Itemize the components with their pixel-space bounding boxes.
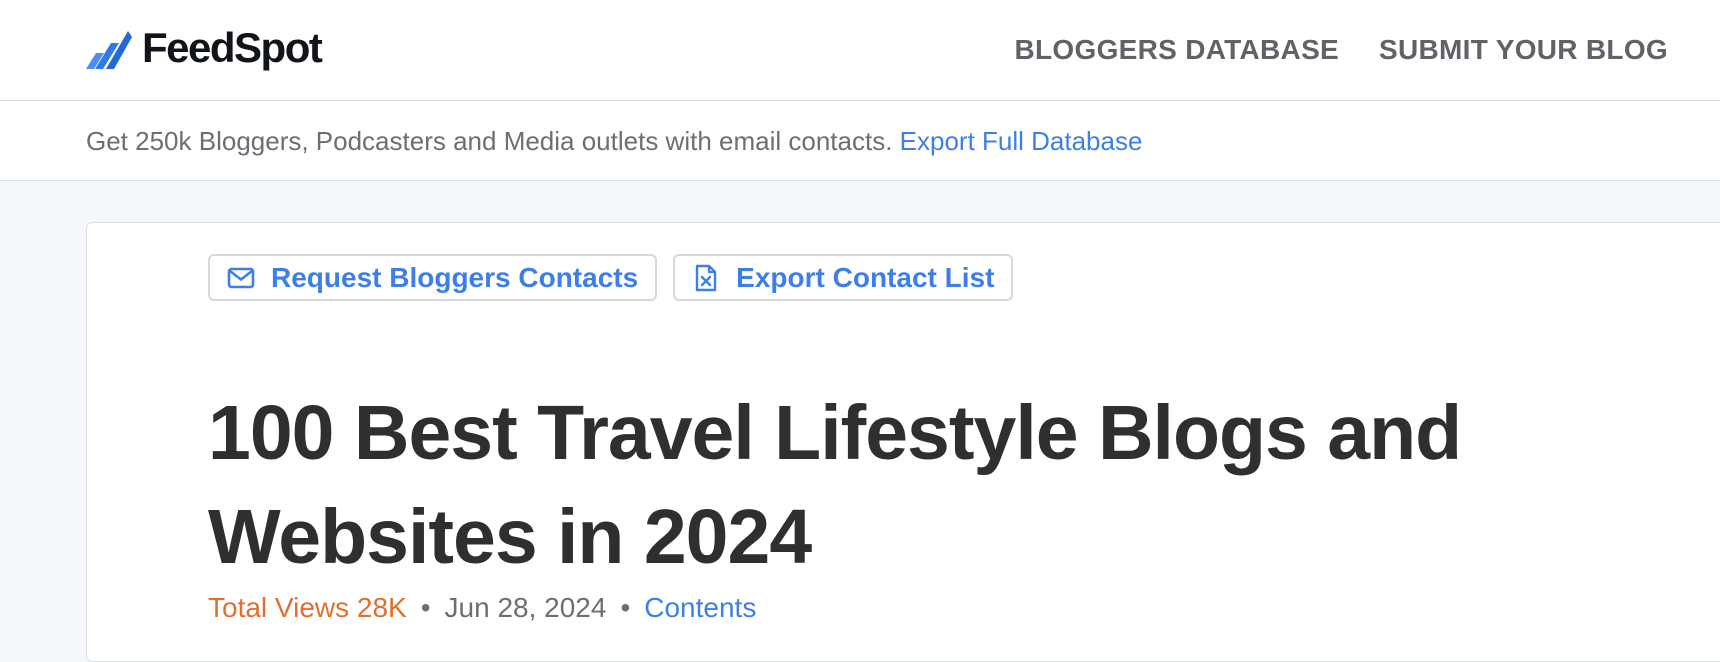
feedspot-logo[interactable]: FeedSpot [86,24,323,72]
export-contact-list-button[interactable]: Export Contact List [673,254,1014,301]
publish-date: Jun 28, 2024 [444,592,607,623]
request-bloggers-contacts-button[interactable]: Request Bloggers Contacts [208,254,658,301]
brand-name: FeedSpot [142,24,323,71]
export-contact-list-label: Export Contact List [736,261,995,293]
action-buttons: Request Bloggers Contacts Export Contact… [208,254,1014,301]
promo-bar: Get 250k Bloggers, Podcasters and Media … [0,101,1720,181]
page-title: 100 Best Travel Lifestyle Blogs and Webs… [208,390,1462,580]
export-full-database-link[interactable]: Export Full Database [900,126,1143,156]
article-meta: Total Views 28K • Jun 28, 2024 • Content… [208,588,756,628]
contents-link[interactable]: Contents [644,588,756,628]
promo-text: Get 250k Bloggers, Podcasters and Media … [86,126,893,156]
feedspot-logo-icon [86,31,132,69]
envelope-icon [227,264,255,292]
main-nav: BLOGGERS DATABASE SUBMIT YOUR BLOG [1015,30,1669,70]
excel-file-icon [692,264,720,292]
meta-separator: • [420,592,431,623]
meta-separator: • [620,592,631,623]
top-navbar: FeedSpot BLOGGERS DATABASE SUBMIT YOUR B… [0,0,1720,101]
article-card: Request Bloggers Contacts Export Contact… [86,222,1720,662]
total-views: Total Views 28K [208,592,407,623]
nav-bloggers-database[interactable]: BLOGGERS DATABASE [1015,30,1340,70]
promo-message: Get 250k Bloggers, Podcasters and Media … [86,123,1142,159]
nav-submit-your-blog[interactable]: SUBMIT YOUR BLOG [1379,30,1668,70]
request-bloggers-contacts-label: Request Bloggers Contacts [271,261,639,293]
